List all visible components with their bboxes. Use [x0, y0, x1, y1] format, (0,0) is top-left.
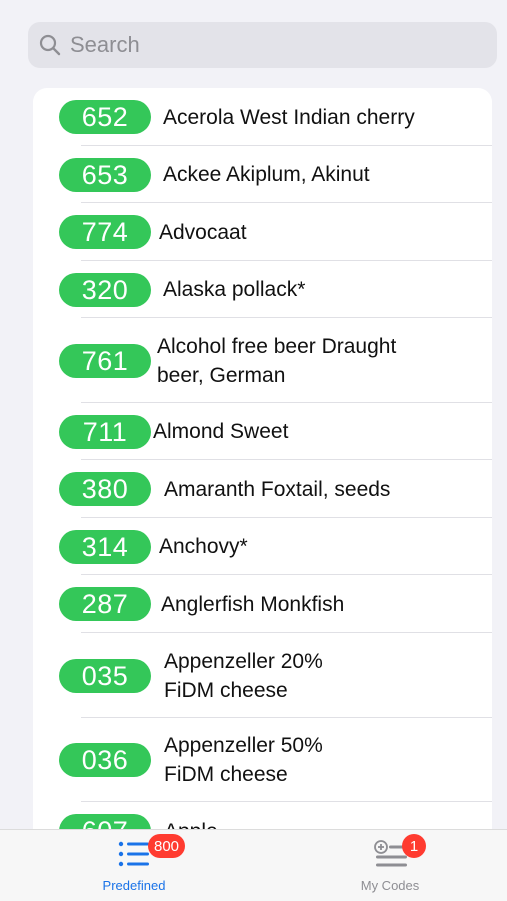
- item-name: Anchovy*: [159, 532, 248, 561]
- item-name-line: beer, German: [157, 364, 286, 387]
- list-item[interactable]: 652 Acerola West Indian cherry: [33, 88, 492, 146]
- list-item[interactable]: 761 Alcohol free beer Draught beer, German: [33, 318, 492, 403]
- list-item[interactable]: 380 Amaranth Foxtail, seeds: [33, 460, 492, 518]
- list-item[interactable]: 036 Appenzeller 50% FiDM cheese: [33, 718, 492, 802]
- list-item[interactable]: 314 Anchovy*: [33, 518, 492, 575]
- code-badge: 761: [59, 344, 151, 378]
- tab-predefined[interactable]: 800 Predefined: [34, 830, 234, 901]
- list-item[interactable]: 711 Almond Sweet: [33, 403, 492, 460]
- item-name: Anglerfish Monkfish: [161, 590, 344, 619]
- code-badge: 320: [59, 273, 151, 307]
- item-name-line: Appenzeller 20%: [164, 650, 323, 673]
- tab-badge-count: 800: [148, 834, 186, 858]
- item-name-line: Anglerfish Monkfish: [161, 593, 345, 616]
- item-name-line: Almond Sweet: [153, 420, 289, 443]
- item-name-line: Advocaat: [159, 221, 247, 244]
- item-name: Appenzeller 20% FiDM cheese: [164, 647, 323, 705]
- list-item[interactable]: 035 Appenzeller 20% FiDM cheese: [33, 633, 492, 718]
- item-name-line: Alaska pollack*: [163, 278, 306, 301]
- code-badge: 036: [59, 743, 151, 777]
- item-name-line: Appenzeller 50%: [164, 734, 323, 757]
- item-name: Amaranth Foxtail, seeds: [164, 475, 390, 504]
- list-item[interactable]: 653 Ackee Akiplum, Akinut: [33, 146, 492, 203]
- item-name-line: FiDM cheese: [164, 679, 288, 702]
- food-code-list: 652 Acerola West Indian cherry 653 Ackee Ak…: [33, 88, 492, 848]
- code-badge: 035: [59, 659, 151, 693]
- search-input[interactable]: Search: [70, 32, 140, 58]
- tab-badge-count: 1: [402, 834, 426, 858]
- item-name: Alcohol free beer Draught beer, German: [157, 332, 396, 390]
- code-badge: 711: [59, 415, 151, 449]
- code-badge: 653: [59, 158, 151, 192]
- code-badge: 314: [59, 530, 151, 564]
- item-name-line: Ackee Akiplum, Akinut: [163, 163, 370, 186]
- item-name-line: Acerola West Indian cherry: [163, 106, 415, 129]
- item-name: Almond Sweet: [153, 417, 288, 446]
- item-name: Acerola West Indian cherry: [163, 103, 415, 132]
- tab-label: My Codes: [360, 878, 420, 893]
- code-badge: 774: [59, 215, 151, 249]
- item-name-line: Anchovy*: [159, 535, 248, 558]
- list-item[interactable]: 320 Alaska pollack*: [33, 261, 492, 318]
- list-item[interactable]: 774 Advocaat: [33, 203, 492, 261]
- code-badge: 652: [59, 100, 151, 134]
- search-icon: [39, 34, 61, 56]
- item-name-line: Amaranth Foxtail, seeds: [164, 478, 391, 501]
- item-name: Ackee Akiplum, Akinut: [163, 160, 370, 189]
- code-badge: 380: [59, 472, 151, 506]
- tab-label: Predefined: [102, 878, 166, 893]
- item-name: Appenzeller 50% FiDM cheese: [164, 731, 323, 789]
- item-name-line: Alcohol free beer Draught: [157, 335, 397, 358]
- item-name-line: FiDM cheese: [164, 763, 288, 786]
- code-badge: 287: [59, 587, 151, 621]
- list-item[interactable]: 287 Anglerfish Monkfish: [33, 575, 492, 633]
- item-name: Alaska pollack*: [163, 275, 305, 304]
- item-name: Advocaat: [159, 218, 247, 247]
- tab-my-codes[interactable]: 1 My Codes: [290, 830, 490, 901]
- list-icon: [118, 841, 149, 867]
- tab-bar: 800 Predefined 1 My Codes: [0, 829, 507, 901]
- search-bar[interactable]: Search: [28, 22, 497, 68]
